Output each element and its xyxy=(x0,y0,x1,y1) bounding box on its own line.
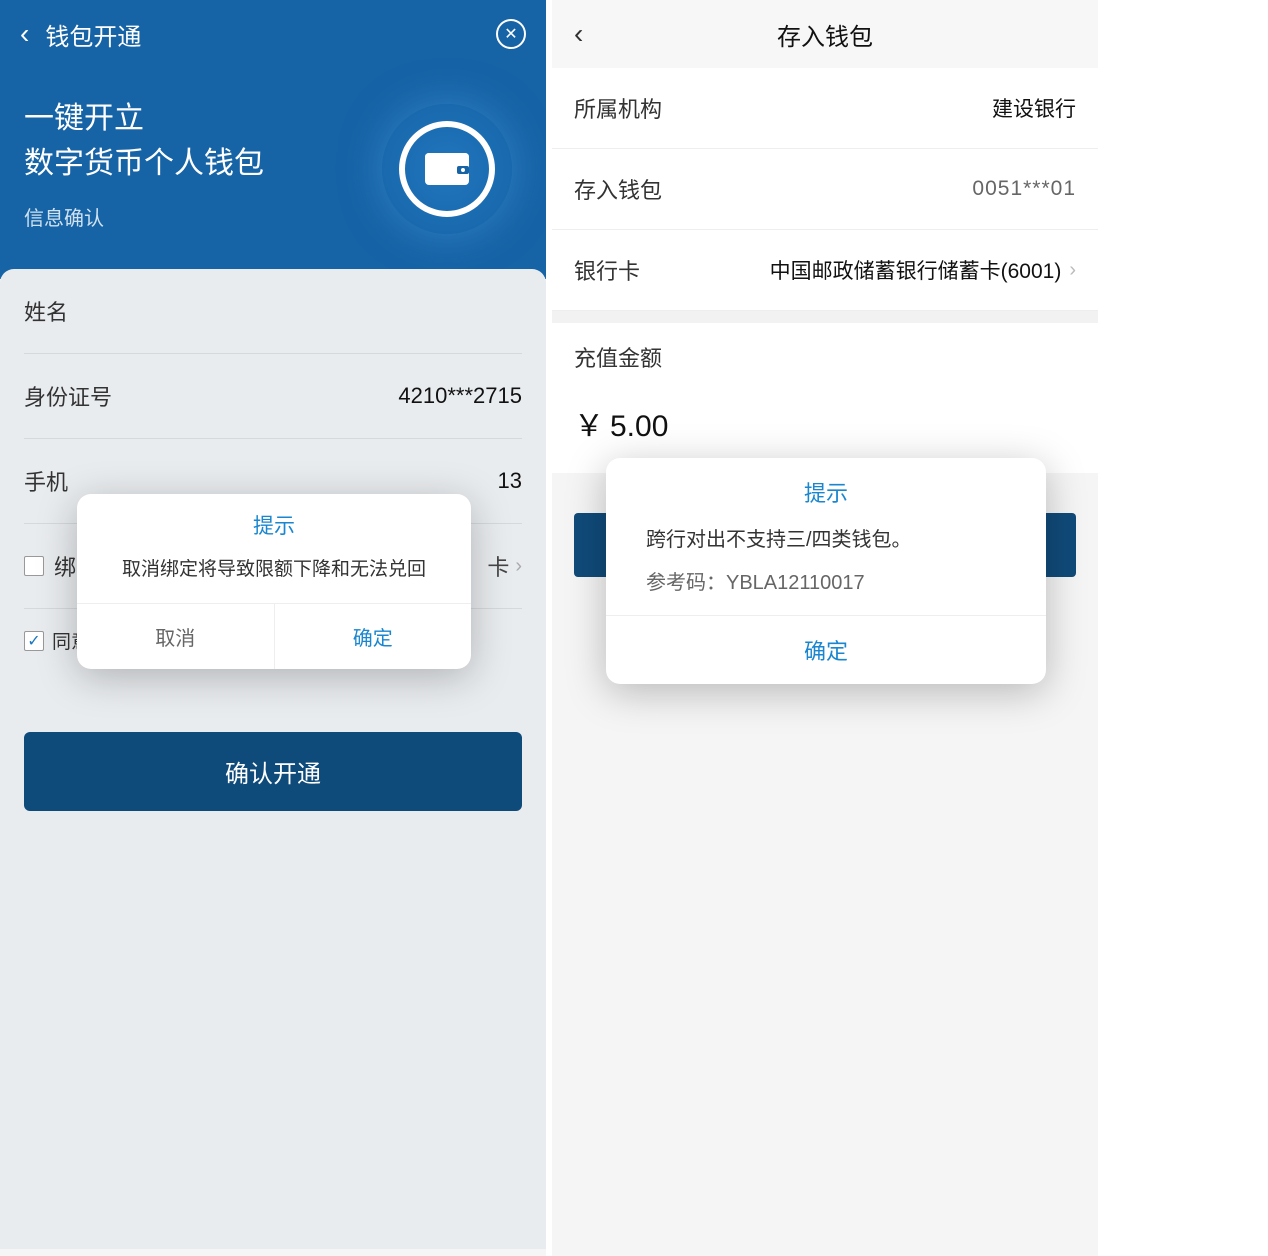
back-icon[interactable]: ‹ xyxy=(574,18,583,50)
deposit-wallet-value: 0051***01 xyxy=(662,177,1076,201)
ok-button[interactable]: 确定 xyxy=(606,615,1046,684)
alert-dialog: 提示 跨行对出不支持三/四类钱包。 参考码：YBLA12110017 确定 xyxy=(606,458,1046,684)
id-value: 4210***2715 xyxy=(134,383,522,409)
agree-checkbox[interactable]: ✓ xyxy=(24,631,44,651)
currency-symbol: ￥ xyxy=(574,410,604,443)
header: ‹ 存入钱包 xyxy=(552,0,1098,68)
row-id[interactable]: 身份证号 4210***2715 xyxy=(24,354,522,439)
dialog-message: 取消绑定将导致限额下降和无法兑回 xyxy=(77,550,471,603)
deposit-wallet-label: 存入钱包 xyxy=(574,173,662,205)
dialog-message: 跨行对出不支持三/四类钱包。 xyxy=(606,520,1046,566)
ok-button[interactable]: 确定 xyxy=(275,604,472,669)
dialog-title: 提示 xyxy=(77,494,471,550)
org-value: 建设银行 xyxy=(662,93,1076,123)
wallet-badge-icon xyxy=(382,104,512,234)
card-value: 中国邮政储蓄银行储蓄卡(6001) xyxy=(640,255,1061,285)
dialog-title: 提示 xyxy=(606,458,1046,520)
row-name[interactable]: 姓名 xyxy=(24,269,522,354)
dialog-reference: 参考码：YBLA12110017 xyxy=(606,566,1046,615)
screen-deposit-wallet: ‹ 存入钱包 所属机构 建设银行 存入钱包 0051***01 银行卡 中国邮政… xyxy=(552,0,1098,1256)
back-icon[interactable]: ‹ xyxy=(20,18,29,50)
hero-line1: 一键开立 xyxy=(24,102,144,135)
id-label: 身份证号 xyxy=(24,380,134,412)
hero-line2: 数字货币个人钱包 xyxy=(24,147,264,180)
chevron-right-icon: › xyxy=(1069,259,1076,282)
header: ‹ 钱包开通 ✕ xyxy=(0,0,546,68)
section-divider xyxy=(552,311,1098,323)
ref-code: YBLA12110017 xyxy=(726,572,865,594)
phone-value: 13 xyxy=(134,468,522,494)
name-label: 姓名 xyxy=(24,295,134,327)
card-label: 银行卡 xyxy=(574,254,640,286)
phone-label: 手机 xyxy=(24,465,134,497)
screen-wallet-open: ‹ 钱包开通 ✕ 一键开立 数字货币个人钱包 信息确认 姓名 身 xyxy=(0,0,546,1256)
row-org[interactable]: 所属机构 建设银行 xyxy=(552,68,1098,149)
form-panel: 姓名 身份证号 4210***2715 手机 13 绑 卡 › ✓ 同意 《开通… xyxy=(0,269,546,1249)
amount-value: 5.00 xyxy=(610,410,668,443)
page-title: 钱包开通 xyxy=(45,17,496,52)
row-bank-card[interactable]: 银行卡 中国邮政储蓄银行储蓄卡(6001) › xyxy=(552,230,1098,311)
chevron-right-icon: › xyxy=(515,555,522,578)
alert-dialog: 提示 取消绑定将导致限额下降和无法兑回 取消 确定 xyxy=(77,494,471,669)
bind-checkbox[interactable] xyxy=(24,556,44,576)
confirm-open-button[interactable]: 确认开通 xyxy=(24,732,522,811)
ref-label: 参考码： xyxy=(646,572,726,594)
row-deposit-wallet[interactable]: 存入钱包 0051***01 xyxy=(552,149,1098,230)
close-icon[interactable]: ✕ xyxy=(496,19,526,49)
info-list: 所属机构 建设银行 存入钱包 0051***01 银行卡 中国邮政储蓄银行储蓄卡… xyxy=(552,68,1098,311)
org-label: 所属机构 xyxy=(574,92,662,124)
page-title: 存入钱包 xyxy=(777,17,873,52)
cancel-button[interactable]: 取消 xyxy=(77,604,275,669)
bind-prefix-label: 绑 xyxy=(54,550,76,582)
amount-label: 充值金额 xyxy=(552,323,1098,377)
wallet-icon xyxy=(423,149,471,189)
dialog-buttons: 取消 确定 xyxy=(77,603,471,669)
hero-banner: 一键开立 数字货币个人钱包 信息确认 xyxy=(0,68,546,279)
